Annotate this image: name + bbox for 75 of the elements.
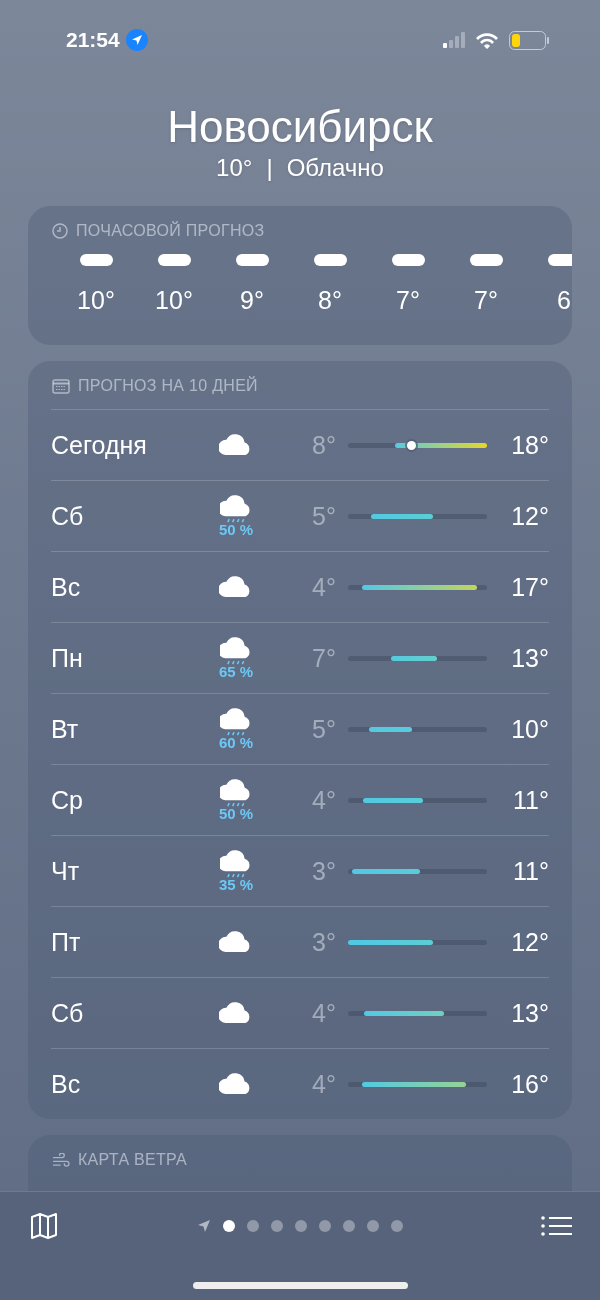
page-dot[interactable] (342, 1220, 355, 1232)
page-dot[interactable] (246, 1220, 259, 1232)
list-icon (541, 1215, 572, 1237)
precipitation-chance: 35 % (218, 875, 254, 893)
clock-time: 21:54 (66, 28, 120, 52)
hour-temperature: 6 (557, 286, 571, 315)
day-name: Сегодня (51, 430, 148, 460)
hour-temperature: 7° (396, 286, 420, 315)
hour-temperature: 8° (318, 286, 342, 315)
separator: | (266, 154, 273, 182)
page-dot[interactable] (222, 1220, 235, 1232)
clock-icon (52, 223, 68, 239)
low-temperature: 4° (311, 998, 336, 1028)
low-temperature: 4° (311, 1069, 336, 1099)
precipitation-chance: 50 % (218, 804, 254, 822)
rain-cloud-icon (220, 778, 252, 807)
section-title: ПОЧАСОВОЙ ПРОГНОЗ (76, 222, 265, 240)
day-name: Сб (51, 501, 85, 531)
low-temperature: 5° (311, 501, 336, 531)
day-name: Пн (51, 643, 84, 673)
hour-temperature: 7° (474, 286, 498, 315)
wifi-icon (475, 31, 499, 49)
low-temperature: 4° (311, 785, 336, 815)
battery-icon (509, 30, 550, 50)
wind-icon (52, 1153, 70, 1167)
day-name: Вт (51, 714, 80, 744)
weather-condition: Облачно (286, 154, 384, 182)
day-name: Пт (51, 927, 82, 957)
hour-temperature: 10° (155, 286, 193, 315)
high-temperature: 17° (510, 572, 549, 602)
current-temperature: 10° (216, 154, 253, 182)
calendar-icon (52, 378, 70, 394)
page-dot[interactable] (318, 1220, 331, 1232)
day-name: Ср (51, 785, 84, 815)
page-dot[interactable] (366, 1220, 379, 1232)
day-name: Чт (51, 856, 81, 886)
high-temperature: 13° (510, 998, 549, 1028)
day-name: Вс (51, 572, 82, 602)
map-icon (30, 1212, 58, 1240)
low-temperature: 8° (311, 430, 336, 460)
precipitation-chance: 60 % (218, 733, 254, 751)
rain-cloud-icon (220, 636, 252, 665)
hour-temperature: 10° (77, 286, 115, 315)
day-name: Сб (51, 998, 85, 1028)
high-temperature: 11° (512, 856, 549, 886)
low-temperature: 5° (311, 714, 336, 744)
location-arrow-icon (196, 1219, 211, 1233)
low-temperature: 3° (311, 927, 336, 957)
section-title: ПРОГНОЗ НА 10 ДНЕЙ (78, 377, 258, 395)
signal-icon (443, 32, 465, 48)
page-dot[interactable] (294, 1220, 307, 1232)
day-name: Вс (51, 1069, 82, 1099)
precipitation-chance: 65 % (218, 662, 254, 680)
rain-cloud-icon (220, 707, 252, 736)
map-button[interactable] (30, 1212, 58, 1240)
high-temperature: 16° (510, 1069, 549, 1099)
high-temperature: 10° (510, 714, 549, 744)
precipitation-chance: 50 % (218, 520, 254, 538)
rain-cloud-icon (220, 849, 252, 878)
page-dot[interactable] (270, 1220, 283, 1232)
city-name: Новосибирск (167, 102, 433, 152)
high-temperature: 13° (510, 643, 549, 673)
rain-cloud-icon (220, 494, 252, 523)
high-temperature: 12° (510, 501, 549, 531)
page-dot[interactable] (390, 1220, 403, 1232)
low-temperature: 7° (311, 643, 336, 673)
low-temperature: 3° (311, 856, 336, 886)
location-icon (125, 29, 148, 51)
section-title: КАРТА ВЕТРА (78, 1151, 187, 1169)
low-temperature: 4° (311, 572, 336, 602)
high-temperature: 11° (512, 785, 549, 815)
list-button[interactable] (541, 1215, 572, 1237)
hour-temperature: 9° (240, 286, 264, 315)
high-temperature: 18° (510, 430, 549, 460)
high-temperature: 12° (510, 927, 549, 957)
